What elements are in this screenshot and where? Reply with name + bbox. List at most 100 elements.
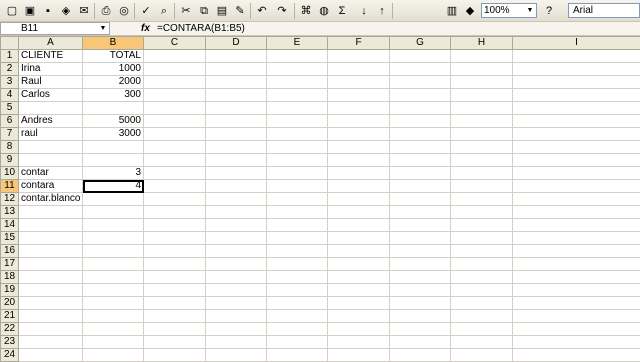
- row-header[interactable]: 3: [1, 76, 19, 89]
- row-header[interactable]: 12: [1, 193, 19, 206]
- cell-empty[interactable]: [390, 63, 451, 76]
- cell-b[interactable]: [83, 336, 144, 349]
- chevron-down-icon[interactable]: ▼: [98, 23, 108, 34]
- cell-empty[interactable]: [328, 219, 390, 232]
- cell-empty[interactable]: [390, 50, 451, 63]
- cell-empty[interactable]: [451, 167, 513, 180]
- chevron-down-icon[interactable]: ▼: [525, 5, 535, 16]
- row-header[interactable]: 11: [1, 180, 19, 193]
- cell-empty[interactable]: [390, 76, 451, 89]
- cell-empty[interactable]: [451, 154, 513, 167]
- cell-a[interactable]: [19, 232, 83, 245]
- cell-empty[interactable]: [328, 336, 390, 349]
- research-icon[interactable]: ⌕: [156, 3, 172, 19]
- cell-empty[interactable]: [328, 323, 390, 336]
- cell-empty[interactable]: [328, 180, 390, 193]
- cell-empty[interactable]: [206, 258, 267, 271]
- cell-empty[interactable]: [513, 154, 640, 167]
- cell-empty[interactable]: [267, 297, 328, 310]
- row-header[interactable]: 6: [1, 115, 19, 128]
- column-header-e[interactable]: E: [267, 37, 328, 50]
- cell-empty[interactable]: [144, 336, 206, 349]
- cell-empty[interactable]: [267, 180, 328, 193]
- cell-empty[interactable]: [328, 193, 390, 206]
- cell-empty[interactable]: [144, 245, 206, 258]
- cell-empty[interactable]: [206, 193, 267, 206]
- cell-empty[interactable]: [513, 271, 640, 284]
- cell-empty[interactable]: [144, 167, 206, 180]
- select-all-corner[interactable]: [1, 37, 19, 50]
- cell-b[interactable]: [83, 297, 144, 310]
- column-header-i[interactable]: I: [513, 37, 640, 50]
- cell-empty[interactable]: [267, 219, 328, 232]
- column-header-d[interactable]: D: [206, 37, 267, 50]
- cell-empty[interactable]: [513, 180, 640, 193]
- cell-empty[interactable]: [513, 102, 640, 115]
- cell-a[interactable]: [19, 284, 83, 297]
- cell-empty[interactable]: [267, 271, 328, 284]
- cell-empty[interactable]: [390, 323, 451, 336]
- cell-empty[interactable]: [206, 128, 267, 141]
- cell-b[interactable]: [83, 219, 144, 232]
- cell-empty[interactable]: [390, 193, 451, 206]
- cell-empty[interactable]: [206, 63, 267, 76]
- cell-empty[interactable]: [144, 128, 206, 141]
- cell-empty[interactable]: [513, 245, 640, 258]
- cell-empty[interactable]: [144, 115, 206, 128]
- cell-empty[interactable]: [513, 76, 640, 89]
- font-name-select[interactable]: Arial: [568, 3, 640, 18]
- cell-a[interactable]: [19, 154, 83, 167]
- cell-empty[interactable]: [451, 89, 513, 102]
- cell-empty[interactable]: [144, 258, 206, 271]
- format-painter-icon[interactable]: ✎: [232, 3, 248, 19]
- cell-empty[interactable]: [267, 167, 328, 180]
- globe-icon[interactable]: ◍: [316, 3, 332, 19]
- cell-empty[interactable]: [390, 154, 451, 167]
- cell-empty[interactable]: [206, 102, 267, 115]
- cell-empty[interactable]: [451, 141, 513, 154]
- cell-empty[interactable]: [390, 284, 451, 297]
- zoom-select[interactable]: 100% ▼: [481, 3, 537, 18]
- cell-empty[interactable]: [267, 50, 328, 63]
- row-header[interactable]: 10: [1, 167, 19, 180]
- cell-empty[interactable]: [513, 258, 640, 271]
- cell-empty[interactable]: [328, 102, 390, 115]
- cell-empty[interactable]: [451, 336, 513, 349]
- cell-b[interactable]: 3: [83, 167, 144, 180]
- cell-empty[interactable]: [267, 232, 328, 245]
- cell-empty[interactable]: [513, 128, 640, 141]
- cell-a[interactable]: raul: [19, 128, 83, 141]
- cell-empty[interactable]: [451, 180, 513, 193]
- cell-empty[interactable]: [513, 89, 640, 102]
- row-header[interactable]: 15: [1, 232, 19, 245]
- row-header[interactable]: 4: [1, 89, 19, 102]
- cell-empty[interactable]: [328, 76, 390, 89]
- cell-empty[interactable]: [513, 167, 640, 180]
- cell-empty[interactable]: [144, 63, 206, 76]
- cell-a[interactable]: Raul: [19, 76, 83, 89]
- cell-empty[interactable]: [451, 115, 513, 128]
- cell-empty[interactable]: [206, 141, 267, 154]
- active-cell[interactable]: 4: [83, 180, 144, 193]
- row-header[interactable]: 20: [1, 297, 19, 310]
- hyperlink-icon[interactable]: ⌘: [298, 3, 314, 19]
- cell-empty[interactable]: [328, 297, 390, 310]
- cell-empty[interactable]: [390, 128, 451, 141]
- cell-empty[interactable]: [390, 271, 451, 284]
- cell-empty[interactable]: [267, 102, 328, 115]
- cell-b[interactable]: [83, 323, 144, 336]
- cell-empty[interactable]: [390, 206, 451, 219]
- cell-empty[interactable]: [267, 63, 328, 76]
- drawing-icon[interactable]: ◆: [462, 3, 478, 19]
- cell-empty[interactable]: [328, 89, 390, 102]
- cell-empty[interactable]: [513, 193, 640, 206]
- cell-empty[interactable]: [390, 102, 451, 115]
- cell-empty[interactable]: [206, 89, 267, 102]
- cell-a[interactable]: [19, 310, 83, 323]
- cell-empty[interactable]: [144, 76, 206, 89]
- cell-empty[interactable]: [144, 219, 206, 232]
- cell-b[interactable]: [83, 193, 144, 206]
- cell-empty[interactable]: [451, 310, 513, 323]
- cell-a[interactable]: [19, 271, 83, 284]
- cell-empty[interactable]: [390, 89, 451, 102]
